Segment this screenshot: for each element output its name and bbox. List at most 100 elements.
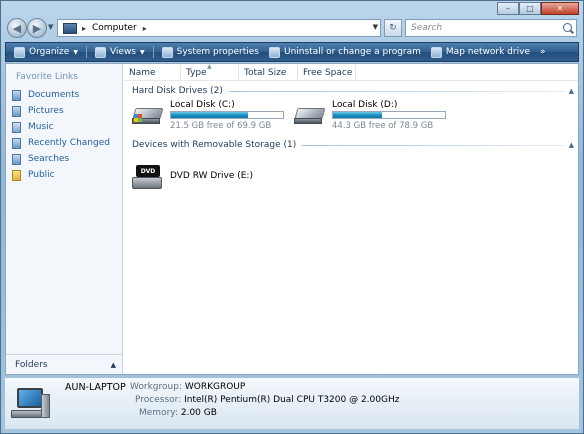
forward-button[interactable]: ▶ (27, 18, 47, 38)
map-network-drive-label: Map network drive (445, 47, 530, 57)
maximize-button[interactable]: □ (519, 2, 541, 15)
public-folder-icon (12, 169, 21, 181)
drive-label: Local Disk (C:) (170, 100, 235, 110)
drive-item-d[interactable]: Local Disk (D:) 44.3 GB free of 78.9 GB (294, 100, 446, 134)
chevron-right-icon[interactable]: ▸ (143, 24, 147, 33)
map-network-drive-button[interactable]: Map network drive (429, 44, 532, 60)
favorite-link-documents[interactable]: Documents (12, 87, 110, 103)
drive-usage-bar (332, 111, 446, 119)
more-commands-button[interactable]: » (538, 44, 548, 60)
explorer-window: – □ ✕ ◀ ▶ ▼ ▸ Computer ▸ ▼ ↻ Search Orga… (0, 0, 584, 434)
recent-pages-dropdown-icon[interactable]: ▼ (48, 23, 53, 31)
uninstall-label: Uninstall or change a program (283, 47, 421, 57)
group-header-hard-disks[interactable]: Hard Disk Drives (2) ▲ (132, 84, 574, 98)
workgroup-row: Workgroup: WORKGROUP (130, 382, 245, 392)
pictures-icon (12, 105, 21, 117)
column-headers: Name Type ▲ Total Size Free Space (124, 63, 578, 81)
window-controls: – □ ✕ (497, 2, 579, 16)
processor-key: Processor: (135, 395, 182, 405)
favorite-links-list: Documents Pictures Music Recently Change… (12, 87, 110, 183)
content-area: Favorite Links Documents Pictures Music … (5, 63, 579, 375)
organize-label: Organize (29, 47, 70, 57)
sort-arrow-icon: ▲ (207, 63, 212, 70)
favorite-link-label: Recently Changed (28, 138, 110, 148)
group-divider (228, 90, 565, 92)
searches-icon (12, 153, 21, 165)
dvd-drive-icon: DVD (132, 165, 164, 191)
group-title: Devices with Removable Storage (1) (132, 140, 297, 150)
drive-label: Local Disk (D:) (332, 100, 398, 110)
music-icon (12, 121, 21, 133)
computer-icon (11, 386, 51, 422)
column-header-total-size[interactable]: Total Size (239, 65, 298, 81)
favorite-link-label: Documents (28, 90, 80, 100)
drive-label: DVD RW Drive (E:) (170, 171, 253, 181)
navigation-pane: Favorite Links Documents Pictures Music … (6, 64, 123, 374)
views-icon (94, 46, 106, 58)
command-bar: Organize ▼ Views ▼ System properties Uni… (5, 42, 579, 62)
favorite-links-title: Favorite Links (16, 72, 78, 82)
memory-value: 2.00 GB (180, 408, 217, 418)
column-header-type-label: Type (186, 68, 207, 78)
chevron-down-icon: ▼ (140, 48, 145, 56)
views-button[interactable]: Views ▼ (93, 44, 147, 60)
breadcrumb-computer[interactable]: Computer (92, 23, 137, 33)
column-header-type[interactable]: Type ▲ (181, 63, 239, 81)
toolbar-separator (152, 46, 154, 58)
uninstall-program-button[interactable]: Uninstall or change a program (267, 44, 423, 60)
organize-button[interactable]: Organize ▼ (12, 44, 80, 60)
drive-free-space: 21.5 GB free of 69.9 GB (170, 121, 272, 131)
favorite-link-public[interactable]: Public (12, 167, 110, 183)
computer-icon (63, 22, 77, 34)
chevron-up-icon: ▲ (110, 360, 116, 369)
workgroup-value: WORKGROUP (184, 382, 246, 392)
hard-disk-icon (132, 106, 164, 126)
system-properties-icon (161, 46, 173, 58)
system-properties-label: System properties (176, 47, 259, 57)
network-drive-icon (430, 46, 442, 58)
search-input[interactable]: Search (405, 19, 577, 37)
favorite-link-label: Pictures (28, 106, 64, 116)
back-button[interactable]: ◀ (7, 18, 27, 38)
organize-icon (14, 46, 25, 58)
chevron-up-icon: ▲ (568, 141, 574, 149)
documents-icon (12, 89, 21, 101)
workgroup-key: Workgroup: (130, 382, 182, 392)
group-title: Hard Disk Drives (2) (132, 86, 223, 96)
drive-item-c[interactable]: Local Disk (C:) 21.5 GB free of 69.9 GB (132, 100, 284, 134)
system-properties-button[interactable]: System properties (160, 44, 261, 60)
chevron-down-icon[interactable]: ▼ (373, 23, 378, 31)
group-divider (302, 144, 565, 146)
chevron-right-icon[interactable]: ▸ (82, 24, 86, 33)
memory-row: Memory: 2.00 GB (139, 408, 217, 418)
drive-usage-fill (171, 112, 249, 118)
favorite-link-label: Searches (28, 154, 70, 164)
favorite-link-recently-changed[interactable]: Recently Changed (12, 135, 110, 151)
search-icon[interactable] (563, 23, 572, 32)
processor-row: Processor: Intel(R) Pentium(R) Dual CPU … (135, 395, 399, 405)
column-header-free-space[interactable]: Free Space (298, 65, 356, 81)
chevron-down-icon: ▼ (73, 48, 78, 56)
favorite-link-pictures[interactable]: Pictures (12, 103, 110, 119)
favorite-link-searches[interactable]: Searches (12, 151, 110, 167)
views-label: Views (109, 47, 136, 57)
computer-name: AUN-LAPTOP (65, 382, 126, 393)
file-list-pane: Name Type ▲ Total Size Free Space Hard D… (124, 63, 578, 374)
search-placeholder: Search (411, 23, 443, 33)
refresh-button[interactable]: ↻ (384, 19, 402, 37)
uninstall-icon (268, 46, 280, 58)
column-header-name[interactable]: Name (124, 65, 181, 81)
address-bar[interactable]: ▸ Computer ▸ ▼ (57, 19, 381, 37)
processor-value: Intel(R) Pentium(R) Dual CPU T3200 @ 2.0… (184, 395, 400, 405)
hard-disk-icon (294, 106, 326, 126)
drive-item-e[interactable]: DVD DVD RW Drive (E:) (132, 165, 292, 195)
minimize-button[interactable]: – (497, 2, 519, 15)
toolbar-separator (85, 46, 87, 58)
folders-toggle[interactable]: Folders ▲ (6, 354, 122, 374)
close-button[interactable]: ✕ (541, 2, 579, 15)
group-header-removable[interactable]: Devices with Removable Storage (1) ▲ (132, 138, 574, 152)
favorite-link-music[interactable]: Music (12, 119, 110, 135)
refresh-icon: ↻ (389, 23, 397, 33)
details-pane: AUN-LAPTOP Workgroup: WORKGROUP Processo… (5, 377, 579, 429)
favorite-link-label: Public (28, 170, 55, 180)
